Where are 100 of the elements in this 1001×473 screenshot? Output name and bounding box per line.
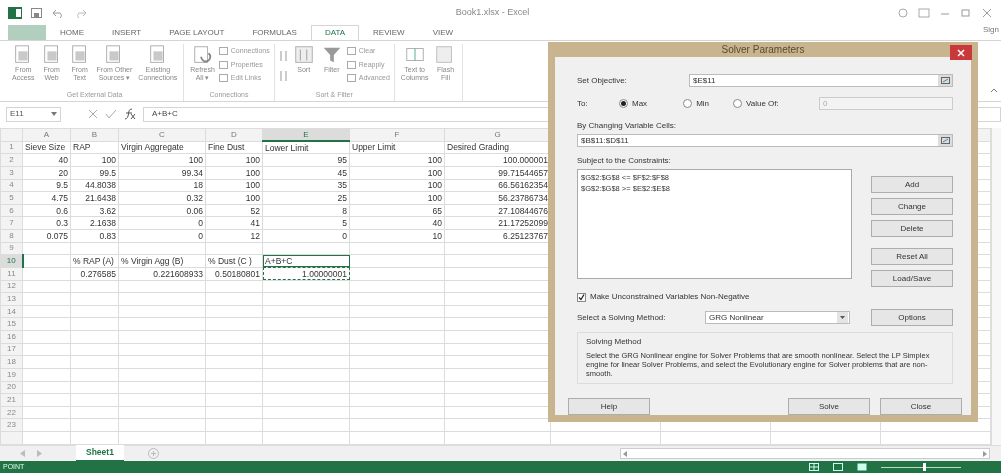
method-dropdown[interactable]: GRG Nonlinear: [705, 311, 850, 324]
horizontal-scrollbar[interactable]: [620, 448, 990, 459]
restore-icon[interactable]: [960, 7, 972, 18]
radio-option[interactable]: Min: [683, 97, 709, 110]
table-cell: 100: [349, 179, 445, 192]
table-cell: 41: [205, 216, 263, 230]
table-cell: 40: [22, 153, 71, 167]
table-cell: 9.5: [22, 179, 71, 192]
table-cell: 65: [349, 204, 445, 217]
column-header[interactable]: C: [118, 128, 206, 142]
options-button[interactable]: Options: [871, 309, 953, 326]
table-cell: 12: [205, 229, 263, 243]
table-cell: 0.06: [118, 204, 206, 217]
field-label: Subject to the Constraints:: [577, 155, 672, 167]
window-title: Book1.xlsx - Excel: [454, 5, 531, 19]
checkbox[interactable]: [577, 292, 586, 302]
ribbon-tab[interactable]: INSERT: [98, 25, 156, 40]
range-select-button[interactable]: [938, 75, 952, 86]
table-cell: 3.62: [70, 204, 119, 217]
close-icon[interactable]: [981, 7, 993, 18]
column-header[interactable]: G: [444, 128, 551, 142]
function-icon[interactable]: [123, 108, 137, 120]
table-cell: 100: [349, 191, 445, 205]
add-sheet-icon[interactable]: [147, 448, 159, 459]
column-header[interactable]: E: [262, 128, 350, 142]
field-label: By Changing Variable Cells:: [577, 120, 677, 132]
dialog-button[interactable]: Load/Save: [871, 270, 953, 287]
dialog-button[interactable]: Reset All: [871, 248, 953, 265]
table-cell: RAP: [70, 141, 119, 154]
close-button[interactable]: [950, 45, 972, 60]
range-select-button[interactable]: [938, 135, 952, 146]
variable-cells-field[interactable]: $B$11:$D$11: [577, 134, 953, 147]
dialog-button[interactable]: Delete: [871, 220, 953, 237]
table-cell: 35: [262, 179, 350, 192]
normal-view-icon[interactable]: [809, 463, 819, 471]
dialog-button[interactable]: Close: [880, 398, 962, 415]
table-cell: A+B+C: [262, 254, 350, 268]
previous-sheet-icon[interactable]: [20, 450, 26, 457]
scroll-left-icon[interactable]: [621, 449, 629, 458]
table-cell: 45: [262, 166, 350, 179]
table-cell: 100: [349, 166, 445, 179]
scroll-right-icon[interactable]: [981, 449, 989, 458]
table-cell: 2.1638: [70, 216, 119, 230]
zoom-slider[interactable]: [881, 463, 961, 471]
cancel-icon[interactable]: [87, 109, 99, 119]
dialog-button[interactable]: Change: [871, 198, 953, 215]
table-cell: 99.5: [70, 166, 119, 179]
column-header[interactable]: D: [205, 128, 263, 142]
column-header[interactable]: F: [349, 128, 445, 142]
next-sheet-icon[interactable]: [36, 450, 42, 457]
slider-thumb[interactable]: [923, 463, 927, 471]
table-cell: 21.6438: [70, 191, 119, 205]
radio-option[interactable]: Value Of:: [733, 97, 779, 110]
table-cell: 0.3: [22, 216, 71, 230]
undo-icon[interactable]: [51, 7, 65, 18]
dialog-title: Solver Parameters: [721, 43, 805, 57]
sheet-tab[interactable]: Sheet1: [76, 445, 124, 462]
page-layout-view-icon[interactable]: [833, 463, 843, 471]
excel-logo-icon: [8, 6, 22, 19]
table-cell: 100: [205, 179, 263, 192]
ribbon-tab[interactable]: DATA: [310, 25, 360, 40]
ribbon-tab[interactable]: REVIEW: [359, 25, 419, 40]
table-cell: 0: [262, 229, 350, 243]
objective-field[interactable]: $E$11: [689, 74, 953, 87]
ribbon-tab[interactable]: VIEW: [418, 25, 468, 40]
ribbon-tab[interactable]: HOME: [46, 25, 98, 40]
ribbon-tab[interactable]: PAGE LAYOUT: [155, 25, 239, 40]
sort-icon: [292, 44, 315, 66]
column-header[interactable]: A: [22, 128, 71, 142]
radio-button[interactable]: [619, 99, 628, 108]
table-cell: 0.221608933: [118, 267, 206, 280]
dialog-button[interactable]: Help: [568, 398, 650, 415]
radio-button[interactable]: [683, 99, 693, 108]
help-icon[interactable]: [897, 7, 909, 18]
group-title: Solving Method: [586, 336, 643, 348]
field-label: Select a Solving Method:: [577, 311, 667, 324]
table-cell: 5: [262, 216, 350, 230]
table-cell: 0.6: [22, 204, 71, 217]
table-cell: Virgin Aggregate: [118, 141, 206, 154]
save-icon[interactable]: [31, 7, 42, 18]
table-cell: Lower Limit: [262, 141, 350, 154]
vertical-scrollbar[interactable]: [991, 128, 1001, 445]
sign-in-link[interactable]: Sign: [983, 24, 999, 36]
collapse-icon[interactable]: [990, 87, 998, 93]
column-header[interactable]: B: [70, 128, 119, 142]
table-cell: 100: [205, 153, 263, 167]
radio-button[interactable]: [733, 99, 742, 108]
table-cell: 0.075: [22, 229, 71, 243]
name-box[interactable]: E11: [6, 106, 61, 122]
check-icon[interactable]: [105, 109, 117, 119]
dialog-button[interactable]: Add: [871, 176, 953, 193]
ribbon-display-icon[interactable]: [918, 7, 930, 18]
ribbon-tab[interactable]: FORMULAS: [238, 25, 311, 40]
table-cell: Sieve Size: [22, 141, 71, 154]
page-break-view-icon[interactable]: [857, 463, 867, 471]
redo-icon[interactable]: [74, 7, 88, 18]
checkbox-option[interactable]: Make Unconstrained Variables Non-Negative: [577, 291, 953, 303]
dialog-button[interactable]: Solve: [788, 398, 870, 415]
table-cell: 0: [118, 229, 206, 243]
radio-option[interactable]: Max: [619, 97, 648, 110]
